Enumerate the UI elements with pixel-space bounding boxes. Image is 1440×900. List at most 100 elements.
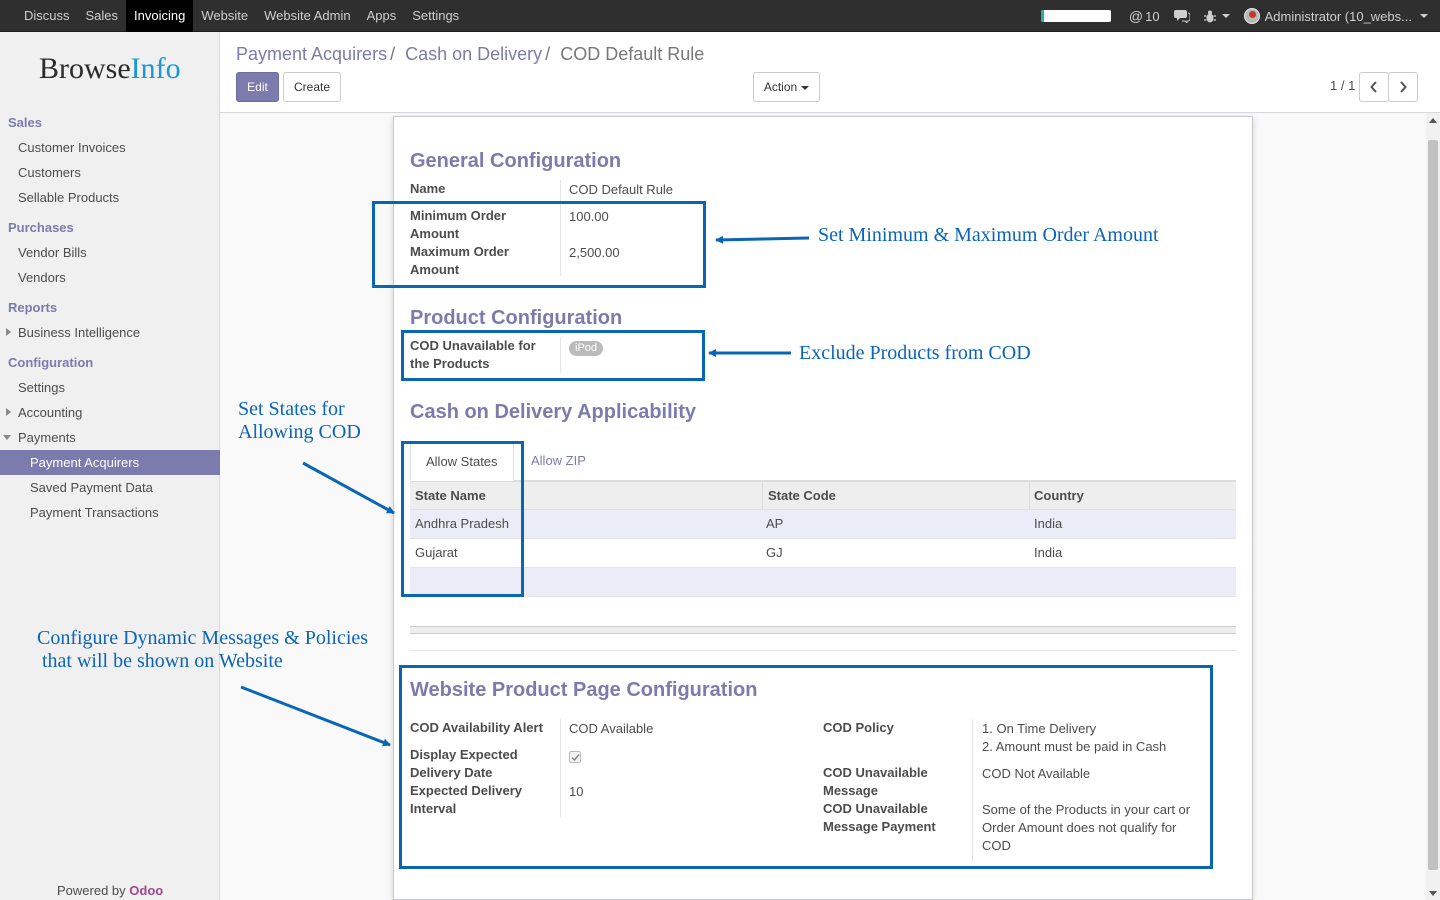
country-cell: India [1034,516,1063,531]
sidebar-section-configuration: Configuration [8,355,94,370]
breadcrumb-payment-acquirers[interactable]: Payment Acquirers [236,44,387,64]
column-divider [762,482,763,511]
sidebar-item-payments[interactable]: Payments [0,425,220,450]
action-dropdown[interactable]: Action [753,72,820,102]
sidebar-item-customer-invoices[interactable]: Customer Invoices [0,135,220,160]
breadcrumb-separator: / [390,44,396,64]
breadcrumb-cash-on-delivery[interactable]: Cash on Delivery [405,44,542,64]
highlight-box-website [399,665,1213,869]
annotation-states-line2: Allowing COD [238,421,361,443]
sidebar-item-label: Accounting [18,405,83,420]
user-name: Administrator (10_webs... [1264,8,1412,24]
table-row[interactable]: Andhra Pradesh AP India [410,510,1236,539]
chevron-right-icon [1400,81,1407,93]
sidebar-item-vendor-bills[interactable]: Vendor Bills [0,240,220,265]
highlight-box-products [401,330,705,381]
tab-allow-zip[interactable]: Allow ZIP [516,443,601,481]
powered-by-label: Powered by [57,883,126,898]
caret-right-icon [6,408,11,416]
edit-button[interactable]: Edit [236,72,279,102]
at-icon: @ [1128,8,1144,24]
logo-text: Browse [39,52,131,85]
column-header-country[interactable]: Country [1034,482,1084,510]
app-invoicing[interactable]: Invoicing [126,0,194,32]
breadcrumb-separator: / [545,44,551,64]
avatar [1243,8,1260,24]
app-apps[interactable]: Apps [359,0,405,32]
mention-count: 10 [1145,8,1160,24]
chevron-left-icon [1370,81,1377,93]
sidebar-item-label: Payments [18,430,76,445]
table-header: State Name State Code Country [410,481,1236,511]
mentions-button[interactable]: @ 10 [1129,8,1160,24]
app-website-admin[interactable]: Website Admin [256,0,358,32]
planner-progress-bar[interactable] [1040,10,1111,22]
state-code-cell: GJ [766,545,783,560]
annotation-messages-line1: Configure Dynamic Messages & Policies [37,627,369,649]
scroll-up-arrow[interactable] [1429,118,1437,123]
debug-menu[interactable] [1203,10,1230,23]
sidebar-item-customers[interactable]: Customers [0,160,220,185]
sidebar-menu: Sales Customer Invoices Customers Sellab… [0,110,220,525]
annotation-states-line1: Set States for [238,398,345,420]
odoo-link[interactable]: Odoo [129,883,163,898]
action-label: Action [763,80,798,94]
sidebar-item-vendors[interactable]: Vendors [0,265,220,290]
column-header-state-code[interactable]: State Code [768,482,836,510]
sidebar-item-accounting[interactable]: Accounting [0,400,220,425]
table-empty-row [410,568,1236,597]
sidebar-item-settings[interactable]: Settings [0,375,220,400]
separator-bar [410,626,1236,634]
user-menu[interactable]: Administrator (10_webs... [1243,8,1428,24]
create-button[interactable]: Create [283,72,341,102]
chat-bubble-icon [1173,10,1190,23]
highlight-box-states [401,441,524,597]
column-divider [1029,482,1030,511]
name-field[interactable]: COD Default Rule [569,181,673,199]
sidebar-item-saved-payment-data[interactable]: Saved Payment Data [0,475,220,500]
chevron-down-icon [801,85,810,90]
chat-button[interactable] [1173,9,1190,23]
breadcrumb: Payment Acquirers / Cash on Delivery / COD… [236,44,704,65]
top-navbar: Discuss Sales Invoicing Website Website … [0,0,1440,32]
general-configuration-title: General Configuration [410,150,622,172]
pager-next-button[interactable] [1388,72,1418,102]
sidebar-item-business-intelligence[interactable]: Business Intelligence [0,320,220,345]
app-sales[interactable]: Sales [78,0,127,32]
annotation-messages-line2: that will be shown on Website [42,650,283,672]
sidebar: BrowseInfo Sales Customer Invoices Custo… [0,32,220,900]
chevron-down-icon [1420,14,1428,18]
powered-by: Powered by Odoo [57,883,163,898]
product-configuration-title: Product Configuration [410,307,623,329]
name-label: Name [410,181,446,196]
sidebar-item-payment-acquirers[interactable]: Payment Acquirers [0,450,220,475]
scrollbar-thumb[interactable] [1428,140,1438,870]
annotation-exclude-products: Exclude Products from COD [799,342,1031,364]
country-cell: India [1034,545,1063,560]
app-website[interactable]: Website [193,0,256,32]
sidebar-section-purchases: Purchases [8,220,74,235]
progress-fill [1040,10,1045,22]
sidebar-item-label: Business Intelligence [18,325,141,340]
scroll-down-arrow[interactable] [1429,891,1437,896]
pager-previous-button[interactable] [1359,72,1389,102]
bug-icon [1203,10,1216,22]
sidebar-item-sellable-products[interactable]: Sellable Products [0,185,220,210]
sidebar-section-reports: Reports [8,300,58,315]
logo-text-accent: Info [130,52,181,85]
state-code-cell: AP [766,516,784,531]
control-panel: Payment Acquirers / Cash on Delivery / COD… [220,32,1440,113]
sidebar-section-sales: Sales [8,115,42,130]
vertical-scrollbar[interactable] [1426,113,1440,900]
systray: @ 10 Administrator (10_webs... [1040,0,1432,32]
caret-right-icon [6,328,11,336]
company-logo[interactable]: BrowseInfo [39,52,181,86]
pager-value[interactable]: 1 / 1 [1330,78,1355,93]
separator-line [410,650,1236,651]
app-settings[interactable]: Settings [404,0,467,32]
cod-applicability-title: Cash on Delivery Applicability [410,401,697,423]
app-discuss[interactable]: Discuss [16,0,78,32]
sidebar-item-payment-transactions[interactable]: Payment Transactions [0,500,220,525]
table-row[interactable]: Gujarat GJ India [410,539,1236,568]
highlight-box-min-max [372,201,706,288]
